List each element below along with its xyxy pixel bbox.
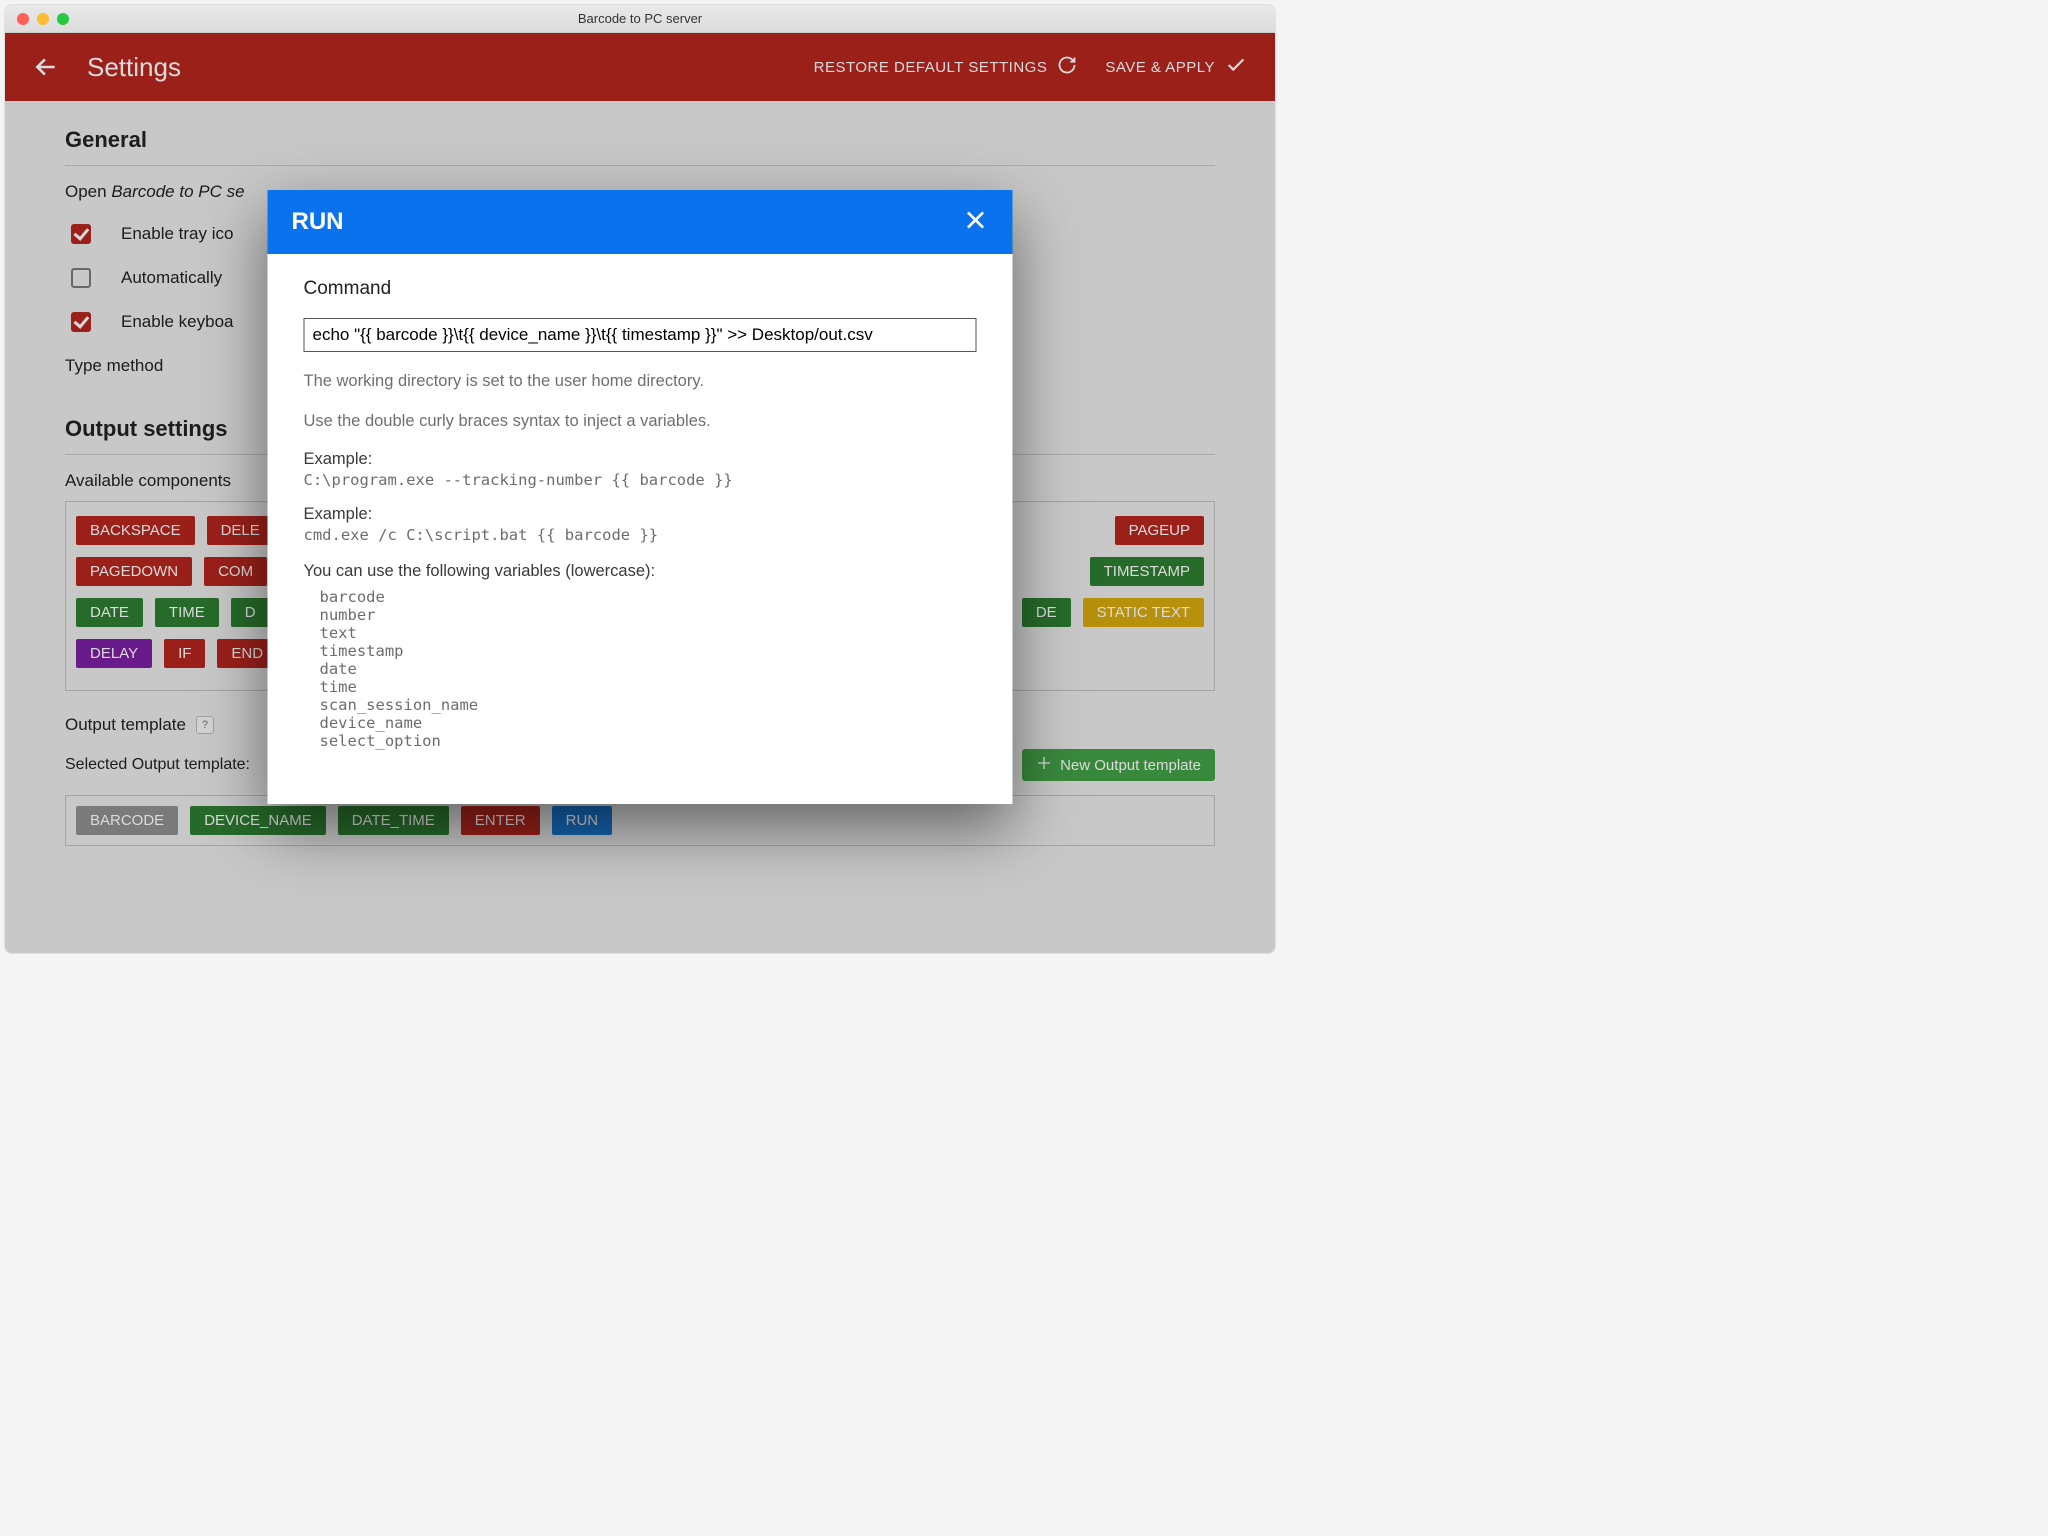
example-label-2: Example: bbox=[304, 505, 977, 524]
hint-braces: Use the double curly braces syntax to in… bbox=[304, 410, 977, 434]
titlebar: Barcode to PC server bbox=[5, 5, 1275, 33]
example-code-1: C:\program.exe --tracking-number {{ barc… bbox=[304, 471, 977, 489]
window-title: Barcode to PC server bbox=[5, 11, 1275, 26]
hint-workdir: The working directory is set to the user… bbox=[304, 370, 977, 394]
vars-label: You can use the following variables (low… bbox=[304, 560, 977, 584]
command-label: Command bbox=[304, 278, 977, 300]
modal-title: RUN bbox=[292, 208, 344, 236]
close-icon[interactable] bbox=[963, 207, 989, 238]
run-modal: RUN Command The working directory is set… bbox=[268, 190, 1013, 804]
vars-list: barcode number text timestamp date time … bbox=[304, 588, 977, 750]
example-label-1: Example: bbox=[304, 450, 977, 469]
example-code-2: cmd.exe /c C:\script.bat {{ barcode }} bbox=[304, 526, 977, 544]
command-input[interactable] bbox=[304, 318, 977, 352]
